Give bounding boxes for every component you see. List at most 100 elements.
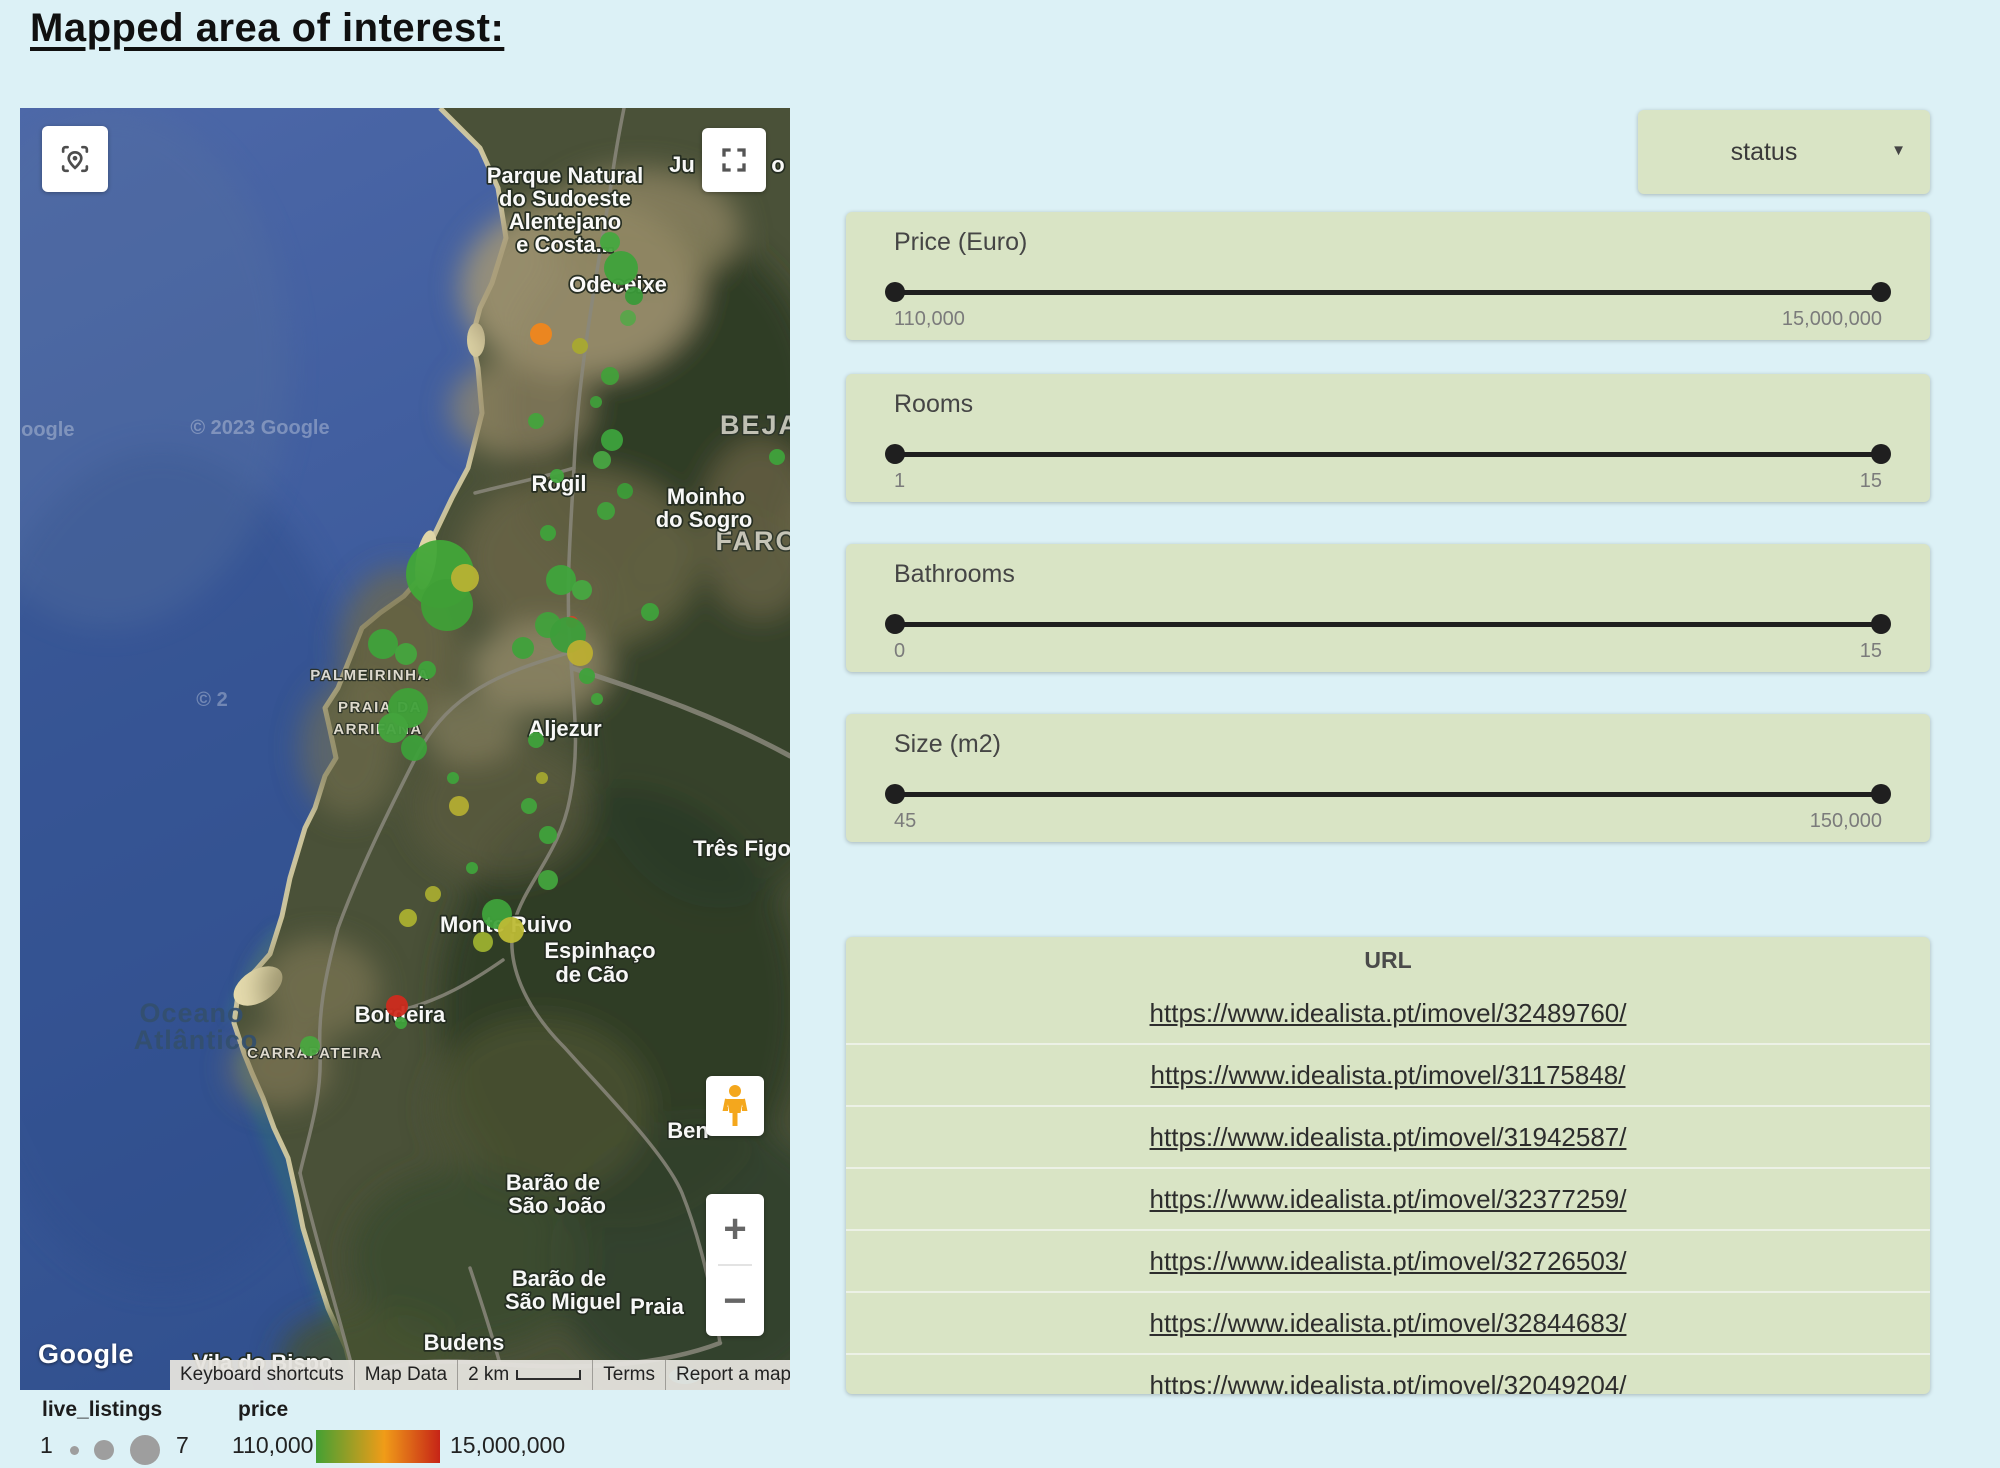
- map-canvas: Parque Naturaldo SudoesteAlentejanoe Cos…: [20, 108, 790, 1390]
- map-label: Google: [20, 419, 74, 441]
- listing-url-link[interactable]: https://www.idealista.pt/imovel/32844683…: [1150, 1308, 1627, 1339]
- listing-marker[interactable]: [451, 564, 479, 592]
- bathrooms-slider-handle-max[interactable]: [1871, 614, 1891, 634]
- map-label: PALMEIRINHA: [310, 667, 430, 684]
- listing-marker[interactable]: [395, 1017, 407, 1029]
- size-slider-min: 45: [894, 810, 916, 833]
- listing-marker[interactable]: [625, 287, 643, 305]
- listing-marker[interactable]: [593, 451, 611, 469]
- street-view-pegman[interactable]: [706, 1076, 764, 1136]
- table-row: https://www.idealista.pt/imovel/32489760…: [846, 983, 1930, 1043]
- listing-marker[interactable]: [528, 413, 544, 429]
- listing-marker[interactable]: [620, 310, 636, 326]
- size-slider-handle-min[interactable]: [885, 784, 905, 804]
- listing-marker[interactable]: [399, 909, 417, 927]
- listing-marker[interactable]: [466, 862, 478, 874]
- price-slider-card: Price (Euro) 110,000 15,000,000: [846, 212, 1930, 340]
- listing-marker[interactable]: [418, 661, 436, 679]
- map[interactable]: Parque Naturaldo SudoesteAlentejanoe Cos…: [20, 108, 790, 1390]
- listing-marker[interactable]: [300, 1036, 320, 1056]
- listing-url-link[interactable]: https://www.idealista.pt/imovel/32489760…: [1150, 998, 1627, 1029]
- scale-bar-icon: [516, 1369, 582, 1381]
- listing-url-link[interactable]: https://www.idealista.pt/imovel/32377259…: [1150, 1184, 1627, 1215]
- listing-marker[interactable]: [540, 525, 556, 541]
- listing-marker[interactable]: [528, 732, 544, 748]
- listing-marker[interactable]: [546, 565, 576, 595]
- listing-marker[interactable]: [572, 338, 588, 354]
- listing-marker[interactable]: [600, 232, 620, 252]
- map-data-button[interactable]: Map Data: [354, 1360, 457, 1390]
- map-label: © 2023 Google: [190, 417, 329, 439]
- listing-url-link[interactable]: https://www.idealista.pt/imovel/31942587…: [1150, 1122, 1627, 1153]
- size-slider-track[interactable]: [894, 792, 1882, 797]
- listing-marker[interactable]: [539, 826, 557, 844]
- rooms-slider-handle-min[interactable]: [885, 444, 905, 464]
- map-label: Ben: [667, 1118, 709, 1143]
- price-slider-handle-min[interactable]: [885, 282, 905, 302]
- fullscreen-button[interactable]: [702, 128, 766, 192]
- bathrooms-slider-track[interactable]: [894, 622, 1882, 627]
- listing-url-link[interactable]: https://www.idealista.pt/imovel/32726503…: [1150, 1246, 1627, 1277]
- price-legend-gradient: [316, 1430, 440, 1463]
- map-label: Espinhaço: [544, 938, 655, 963]
- zoom-in-button[interactable]: +: [706, 1194, 764, 1264]
- map-scale: 2 km: [457, 1360, 592, 1390]
- price-slider-handle-max[interactable]: [1871, 282, 1891, 302]
- size-legend-dot-large: [130, 1435, 160, 1465]
- listing-marker[interactable]: [601, 367, 619, 385]
- listing-marker[interactable]: [604, 251, 638, 285]
- listing-marker[interactable]: [512, 637, 534, 659]
- listing-marker[interactable]: [617, 483, 633, 499]
- listing-marker[interactable]: [641, 603, 659, 621]
- listing-marker[interactable]: [401, 735, 427, 761]
- map-label: Três Figo: [693, 836, 790, 861]
- size-slider-handle-max[interactable]: [1871, 784, 1891, 804]
- page-title: Mapped area of interest:: [30, 6, 504, 51]
- listing-marker[interactable]: [386, 995, 408, 1017]
- rooms-slider-track[interactable]: [894, 452, 1882, 457]
- listing-marker[interactable]: [395, 643, 417, 665]
- listing-marker[interactable]: [769, 449, 785, 465]
- size-legend-dot-medium: [94, 1440, 114, 1460]
- listing-marker[interactable]: [378, 713, 408, 743]
- status-dropdown[interactable]: status ▼: [1638, 110, 1930, 194]
- listing-marker[interactable]: [597, 502, 615, 520]
- terms-link[interactable]: Terms: [592, 1360, 665, 1390]
- listing-marker[interactable]: [579, 668, 595, 684]
- rooms-slider-handle-max[interactable]: [1871, 444, 1891, 464]
- legend: live_listings 1 7 price 110,000 15,000,0…: [0, 1390, 720, 1468]
- listing-marker[interactable]: [368, 629, 398, 659]
- listing-url-link[interactable]: https://www.idealista.pt/imovel/31175848…: [1150, 1060, 1625, 1091]
- map-label: Praia: [630, 1294, 685, 1319]
- listing-marker[interactable]: [425, 886, 441, 902]
- listing-marker[interactable]: [567, 640, 593, 666]
- listing-marker[interactable]: [447, 772, 459, 784]
- listing-marker[interactable]: [530, 323, 552, 345]
- listing-marker[interactable]: [590, 396, 602, 408]
- listing-marker[interactable]: [601, 429, 623, 451]
- zoom-out-button[interactable]: −: [706, 1266, 764, 1336]
- listing-marker[interactable]: [498, 917, 524, 943]
- report-map-error-link[interactable]: Report a map error: [665, 1360, 790, 1390]
- area-select-button[interactable]: [42, 126, 108, 192]
- bathrooms-slider-min: 0: [894, 640, 905, 663]
- listing-marker[interactable]: [536, 772, 548, 784]
- size-legend-min: 1: [40, 1432, 53, 1459]
- map-label: Parque Natural: [487, 163, 644, 188]
- map-label: Budens: [424, 1330, 505, 1355]
- listing-marker[interactable]: [538, 870, 558, 890]
- keyboard-shortcuts-button[interactable]: Keyboard shortcuts: [170, 1360, 354, 1390]
- table-row: https://www.idealista.pt/imovel/32726503…: [846, 1229, 1930, 1291]
- listing-marker[interactable]: [473, 932, 493, 952]
- price-slider-track[interactable]: [894, 290, 1882, 295]
- listing-marker[interactable]: [521, 798, 537, 814]
- listing-marker[interactable]: [572, 580, 592, 600]
- listing-marker[interactable]: [449, 796, 469, 816]
- listing-marker[interactable]: [550, 469, 564, 483]
- map-label: do Sogro: [656, 507, 753, 532]
- bathrooms-slider-handle-min[interactable]: [885, 614, 905, 634]
- listing-url-link[interactable]: https://www.idealista.pt/imovel/32049204…: [1150, 1370, 1627, 1395]
- listing-marker[interactable]: [591, 693, 603, 705]
- table-row: https://www.idealista.pt/imovel/31942587…: [846, 1105, 1930, 1167]
- table-row: https://www.idealista.pt/imovel/32049204…: [846, 1353, 1930, 1394]
